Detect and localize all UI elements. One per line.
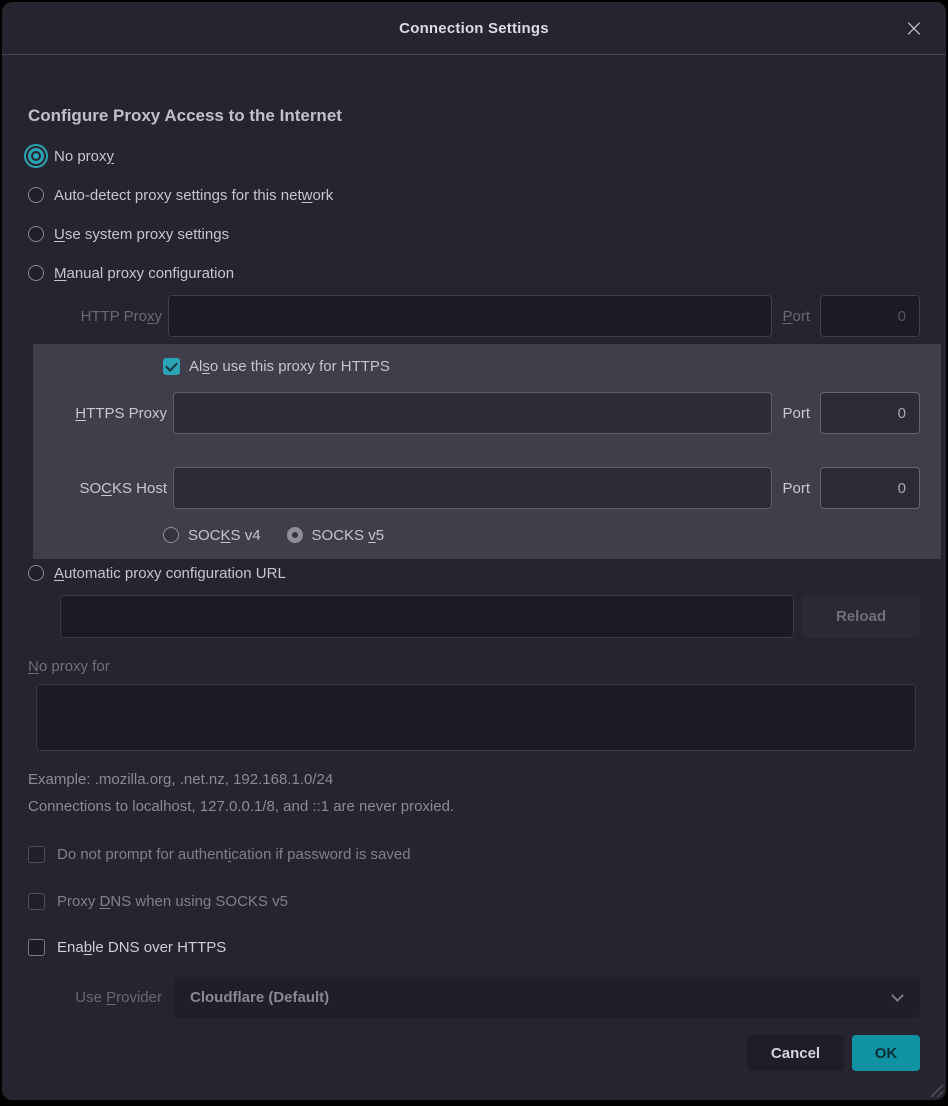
no-proxy-for-label: No proxy for [28,658,920,675]
socks-port-label: Port [782,480,810,497]
page-title: Configure Proxy Access to the Internet [28,105,920,127]
https-proxy-row: HTTPS Proxy Port [33,392,920,434]
http-port-input[interactable] [820,295,920,337]
localhost-note-text: Connections to localhost, 127.0.0.1/8, a… [28,796,920,817]
radio-option-system-proxy[interactable]: Use system proxy settings [28,224,920,244]
radio-icon[interactable] [28,148,44,164]
radio-icon[interactable] [28,187,44,203]
http-proxy-label: HTTP Proxy [28,308,162,325]
checkbox-icon[interactable] [28,939,45,956]
socks-v4-label: SOCKS v4 [188,527,261,544]
https-port-label: Port [782,405,810,422]
manual-proxy-label: Manual proxy configuration [54,265,234,282]
https-proxy-label: HTTPS Proxy [33,405,167,422]
dialog-body: Configure Proxy Access to the Internet N… [2,105,946,1071]
no-proxy-example-text: Example: .mozilla.org, .net.nz, 192.168.… [28,769,920,790]
manual-proxy-highlight-band: Also use this proxy for HTTPS HTTPS Prox… [33,344,941,559]
radio-icon[interactable] [28,265,44,281]
checkbox-icon[interactable] [28,846,45,863]
doh-provider-select[interactable]: Cloudflare (Default) [174,977,920,1018]
radio-option-socks-v5[interactable]: SOCKS v5 [287,525,385,545]
proxy-dns-socks5-label: Proxy DNS when using SOCKS v5 [57,893,288,910]
doh-provider-row: Use Provider Cloudflare (Default) [28,977,920,1018]
cancel-button[interactable]: Cancel [747,1035,844,1071]
http-proxy-row: HTTP Proxy Port [28,295,920,337]
radio-selected-icon[interactable] [287,527,303,543]
resize-grip-icon[interactable] [928,1082,943,1097]
radio-option-auto-url[interactable]: Automatic proxy configuration URL [28,563,920,583]
dns-over-https-label: Enable DNS over HTTPS [57,939,226,956]
dialog-footer: Cancel OK [28,1035,920,1071]
https-port-input[interactable] [820,392,920,434]
http-proxy-input[interactable] [168,295,772,337]
checkbox-icon[interactable] [28,893,45,910]
checkbox-checked-icon[interactable] [163,358,180,375]
http-port-label: Port [782,308,810,325]
socks-host-label: SOCKS Host [33,480,167,497]
no-prompt-auth-label: Do not prompt for authentication if pass… [57,846,411,863]
auto-detect-label: Auto-detect proxy settings for this netw… [54,187,333,204]
no-proxy-for-textarea[interactable] [36,684,916,751]
system-proxy-label: Use system proxy settings [54,226,229,243]
reload-button-label: Reload [836,608,886,625]
radio-option-manual-proxy[interactable]: Manual proxy configuration [28,263,920,283]
radio-icon[interactable] [163,527,179,543]
reload-button[interactable]: Reload [802,595,920,638]
socks-host-row: SOCKS Host Port [33,467,920,509]
also-https-checkbox-row[interactable]: Also use this proxy for HTTPS [163,356,920,376]
checkbox-option-proxy-dns-socks5[interactable]: Proxy DNS when using SOCKS v5 [28,891,920,911]
also-https-label: Also use this proxy for HTTPS [189,358,390,375]
checkbox-option-no-prompt-auth[interactable]: Do not prompt for authentication if pass… [28,844,920,864]
no-proxy-label: No proxy [54,148,114,165]
chevron-down-icon [891,989,904,1002]
doh-provider-value: Cloudflare (Default) [190,989,329,1006]
socks-version-row: SOCKS v4 SOCKS v5 [163,525,920,545]
socks-host-input[interactable] [173,467,772,509]
auto-url-row: Reload [60,595,920,638]
checkbox-option-dns-over-https[interactable]: Enable DNS over HTTPS [28,937,920,957]
radio-icon[interactable] [28,226,44,242]
use-provider-label: Use Provider [28,989,162,1006]
connection-settings-dialog: Connection Settings × Configure Proxy Ac… [2,2,946,1100]
socks-port-input[interactable] [820,467,920,509]
radio-option-auto-detect[interactable]: Auto-detect proxy settings for this netw… [28,185,920,205]
dialog-titlebar: Connection Settings × [2,2,946,55]
auto-url-label: Automatic proxy configuration URL [54,565,286,582]
radio-option-socks-v4[interactable]: SOCKS v4 [163,525,261,545]
auto-url-input[interactable] [60,595,794,638]
ok-button[interactable]: OK [852,1035,920,1071]
radio-option-no-proxy[interactable]: No proxy [28,146,920,166]
socks-v5-label: SOCKS v5 [312,527,385,544]
https-proxy-input[interactable] [173,392,772,434]
dialog-title: Connection Settings [399,20,549,37]
radio-icon[interactable] [28,565,44,581]
close-icon[interactable]: × [904,16,924,40]
